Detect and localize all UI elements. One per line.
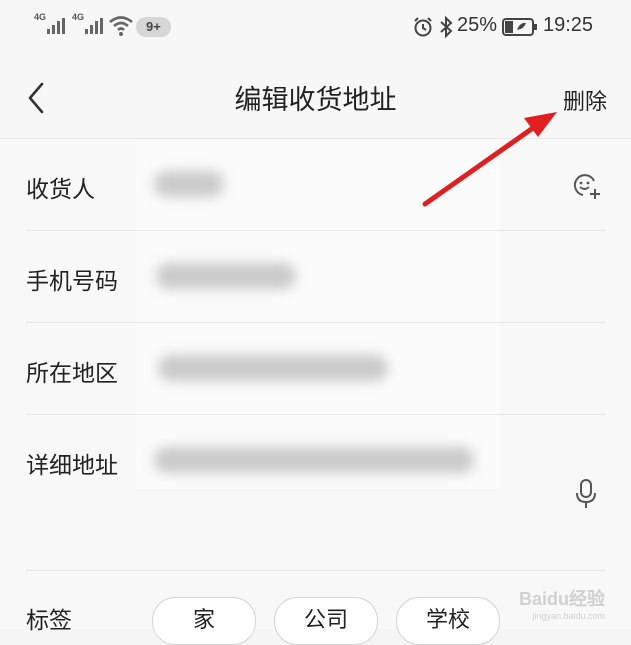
phone-label: 手机号码 bbox=[26, 269, 118, 295]
voice-input-button[interactable] bbox=[574, 478, 598, 514]
blurred-value bbox=[158, 355, 388, 381]
status-bar: 4G 4G 9+ 25% 19:25 bbox=[0, 0, 631, 56]
detailed-address-input[interactable] bbox=[140, 437, 490, 483]
phone-input[interactable] bbox=[140, 253, 490, 299]
address-form: 收货人 手机号码 所在地区 详细地址 标签 家 公司 学校 bbox=[0, 139, 631, 645]
recipient-label: 收货人 bbox=[26, 177, 95, 203]
battery-percent: 25% bbox=[457, 14, 498, 36]
row-divider bbox=[26, 230, 605, 231]
tag-chip-school[interactable]: 学校 bbox=[396, 597, 500, 645]
tag-chip-home[interactable]: 家 bbox=[152, 597, 256, 645]
row-divider bbox=[26, 322, 605, 323]
add-contact-icon bbox=[573, 174, 600, 199]
page-title: 编辑收货地址 bbox=[234, 85, 397, 116]
row-divider bbox=[26, 570, 605, 571]
tag-label: 标签 bbox=[26, 608, 72, 634]
row-divider bbox=[26, 414, 605, 415]
bluetooth-icon bbox=[440, 15, 453, 39]
region-label: 所在地区 bbox=[26, 361, 118, 387]
region-selector[interactable] bbox=[140, 345, 490, 391]
signal-bars-icon bbox=[47, 18, 65, 34]
clock-time: 19:25 bbox=[543, 14, 594, 36]
recipient-input[interactable] bbox=[140, 161, 490, 207]
add-contact-button[interactable] bbox=[571, 171, 601, 205]
watermark-brand: Baidu经验 bbox=[518, 589, 605, 609]
blurred-value bbox=[156, 263, 296, 289]
cellular-signal-1: 4G bbox=[34, 12, 68, 34]
blurred-value bbox=[154, 171, 224, 197]
signal-bars-icon bbox=[85, 18, 103, 34]
wifi-icon bbox=[109, 16, 133, 36]
delete-button[interactable]: 删除 bbox=[563, 84, 607, 116]
blurred-value bbox=[154, 447, 474, 473]
battery-icon bbox=[502, 18, 537, 36]
navigation-header: 编辑收货地址 删除 bbox=[0, 56, 631, 139]
tag-chip-company[interactable]: 公司 bbox=[274, 597, 378, 645]
detailed-address-label: 详细地址 bbox=[26, 453, 118, 479]
watermark-logo: Baidu经验 jingyan.baidu.com bbox=[519, 585, 605, 621]
alarm-icon bbox=[414, 17, 432, 37]
microphone-icon bbox=[576, 479, 596, 508]
cellular-signal-2: 4G bbox=[72, 12, 106, 34]
watermark-url: jingyan.baidu.com bbox=[532, 611, 605, 621]
notification-badge: 9+ bbox=[136, 17, 171, 37]
